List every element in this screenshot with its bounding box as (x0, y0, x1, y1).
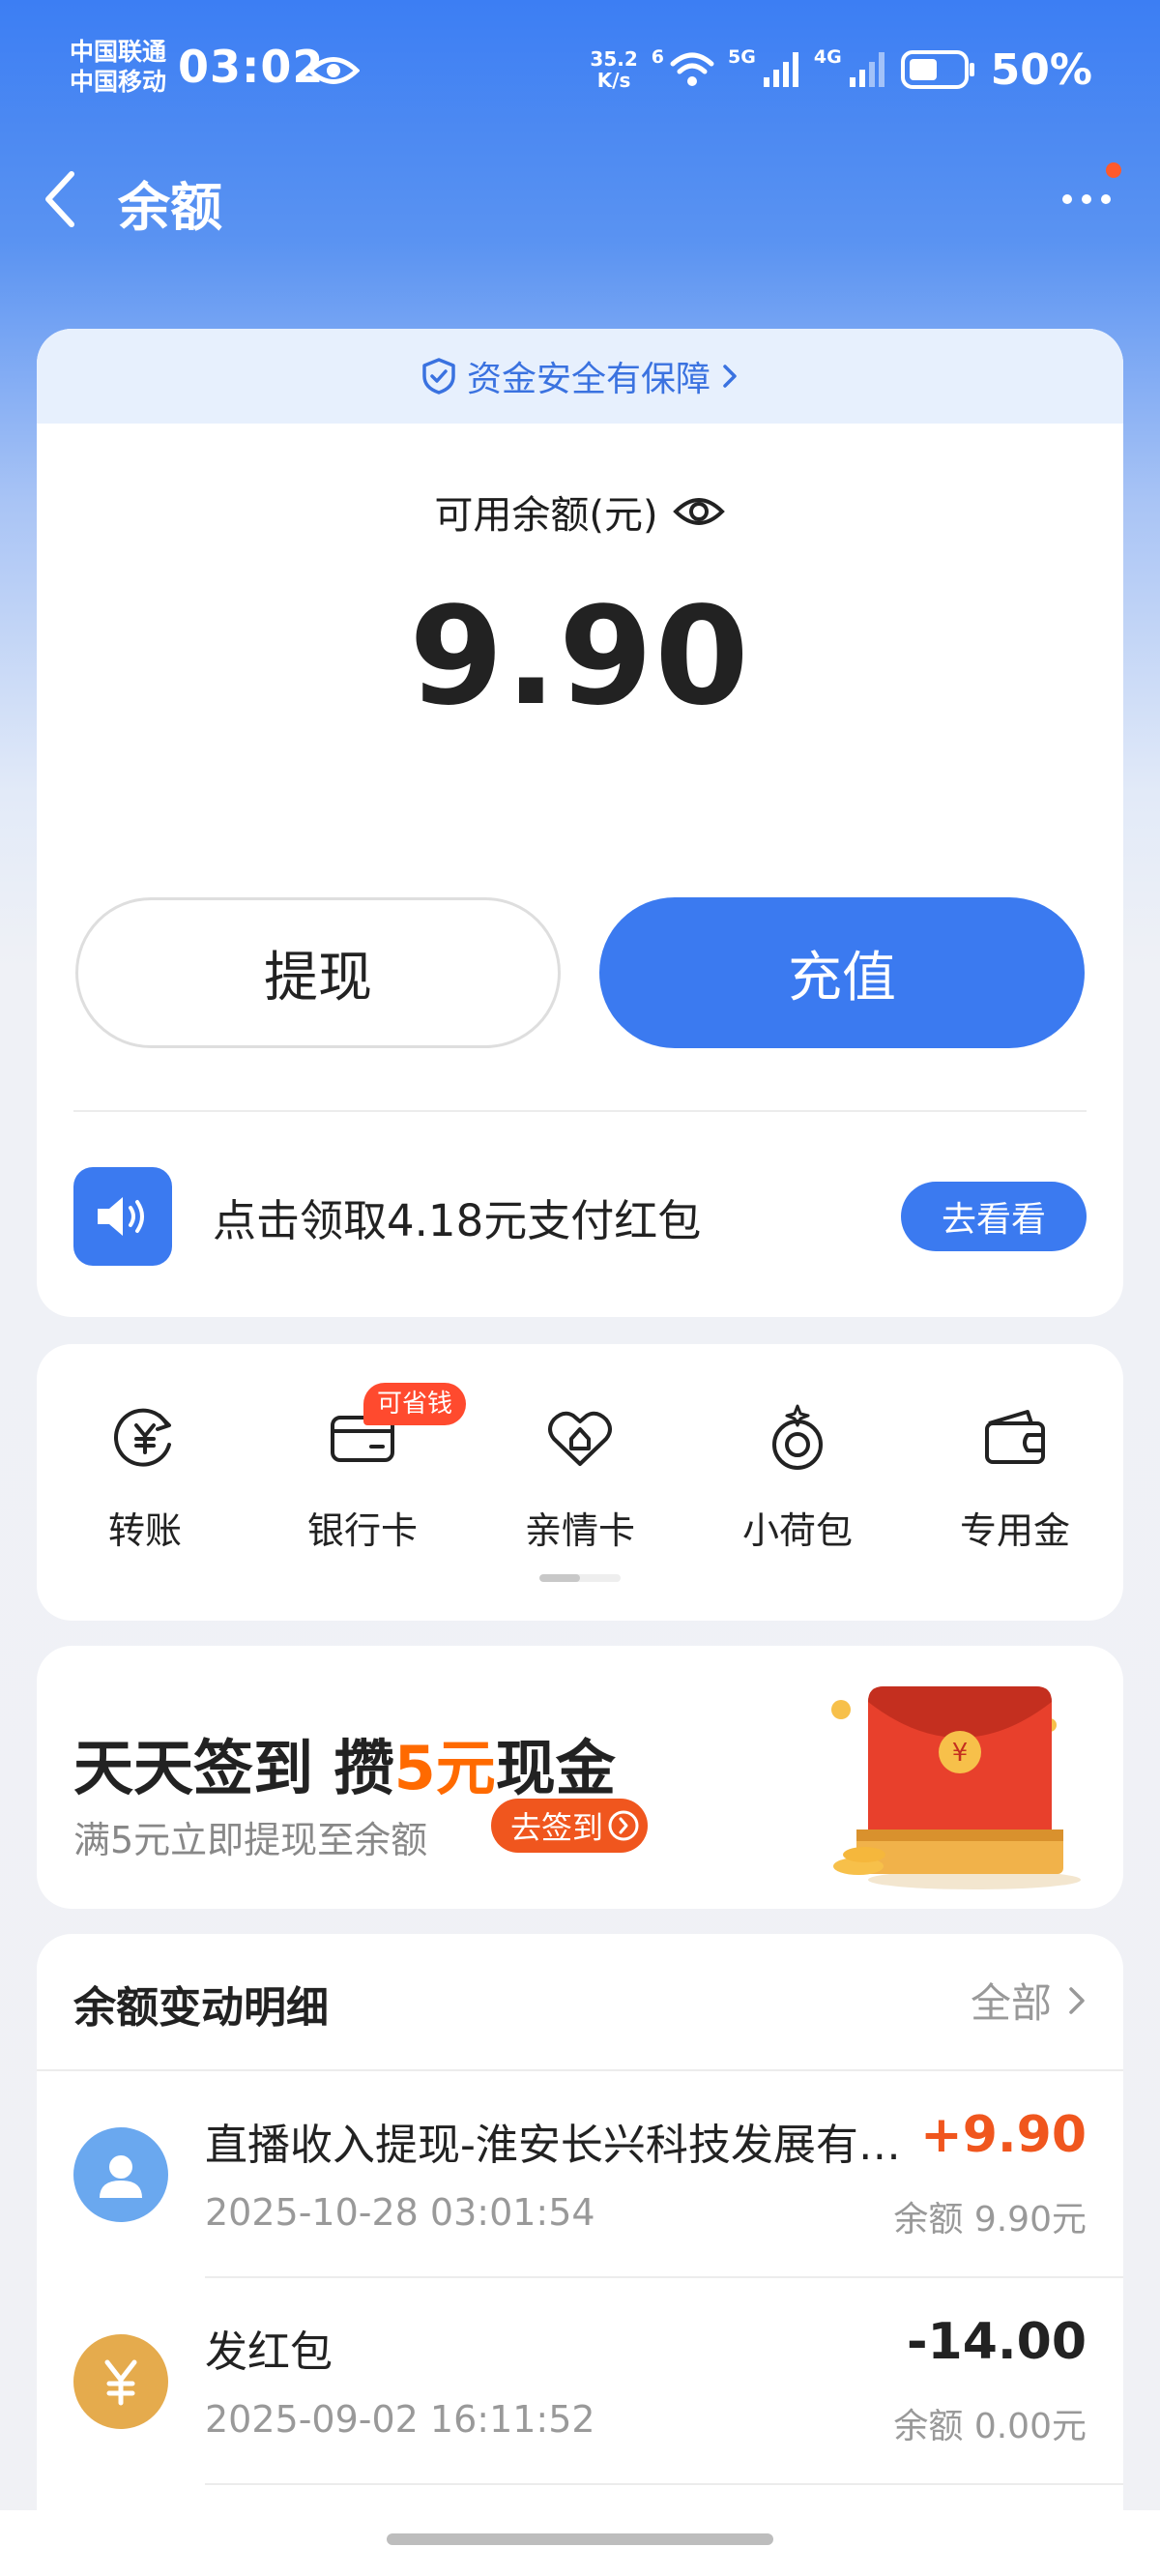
available-balance-label: 可用余额(元) (37, 483, 1123, 540)
available-balance-text: 可用余额(元) (434, 493, 658, 538)
balance-page: 中国联通 中国移动 03:02 35.2 K/s 6 5G 4G 50% 余额 … (0, 0, 1160, 2576)
battery-icon (900, 50, 974, 89)
function-label: 银行卡 (306, 1509, 418, 1552)
carrier-1: 中国联通 (70, 38, 167, 66)
checkin-button[interactable]: 去签到 (491, 1799, 649, 1853)
user-avatar-icon (73, 2127, 168, 2222)
checkin-title-highlight: 5元 (393, 1733, 496, 1803)
checkin-subtitle: 满5元立即提现至余额 (73, 1819, 428, 1861)
function-special-fund[interactable]: 专用金 (918, 1402, 1112, 1554)
function-family-card[interactable]: 亲情卡 (483, 1402, 677, 1554)
view-all-button[interactable]: 全部 (971, 1971, 1087, 2030)
view-promo-button[interactable]: 去看看 (901, 1182, 1087, 1251)
status-time: 03:02 (178, 41, 325, 93)
carrier-info: 中国联通 中国移动 (70, 37, 166, 97)
recharge-button[interactable]: 充值 (599, 897, 1085, 1048)
transaction-amount: +9.90 (920, 2106, 1087, 2164)
page-title: 余额 (118, 177, 222, 238)
carrier-2: 中国移动 (70, 68, 167, 96)
transaction-time: 2025-10-28 03:01:54 (205, 2191, 595, 2234)
transfer-icon (114, 1408, 171, 1467)
svg-text:¥: ¥ (952, 1739, 969, 1768)
back-arrow-icon[interactable] (39, 168, 81, 230)
notification-dot (1106, 162, 1121, 178)
checkin-button-label: 去签到 (510, 1809, 604, 1846)
chevron-circle-icon (608, 1810, 639, 1841)
fund-safety-text: 资金安全有保障 (466, 360, 710, 399)
withdraw-button[interactable]: 提现 (75, 897, 561, 1048)
speed-value: 35.2 (590, 47, 638, 71)
wifi-icon (670, 52, 714, 86)
home-indicator[interactable] (387, 2533, 773, 2545)
function-label: 亲情卡 (524, 1509, 635, 1552)
speaker-icon (73, 1167, 172, 1266)
save-money-badge: 可省钱 (363, 1383, 467, 1425)
signal-icon (849, 52, 884, 87)
more-options-icon[interactable] (1058, 178, 1116, 220)
transaction-row[interactable]: 发红包 2025-09-02 16:11:52 -14.00 余额 0.00元 (37, 2278, 1123, 2485)
checkin-title: 天天签到 攒5元现金 (73, 1719, 616, 1806)
history-title: 余额变动明细 (73, 1983, 329, 2033)
function-label: 专用金 (959, 1509, 1070, 1552)
eye-icon (307, 57, 360, 84)
yuan-icon (73, 2334, 168, 2429)
balance-history: 余额变动明细 全部 直播收入提现-淮安长兴科技发展有限公司 2025-10-28… (37, 1934, 1123, 2576)
balance-amount: 9.90 (409, 578, 751, 736)
checkin-title-c: 现金 (495, 1733, 616, 1803)
red-packet-promo[interactable]: 点击领取4.18元支付红包 去看看 (73, 1166, 1087, 1267)
transaction-time: 2025-09-02 16:11:52 (205, 2398, 595, 2441)
quick-functions: 转账 银行卡 可省钱 亲情卡 小荷包 专用金 (37, 1344, 1123, 1621)
status-bar: 中国联通 中国移动 03:02 35.2 K/s 6 5G 4G 50% (0, 0, 1160, 143)
transaction-balance: 余额 9.90元 (893, 2200, 1087, 2239)
status-indicators: 35.2 K/s 6 5G 4G 50% (590, 41, 1092, 99)
scroll-indicator (539, 1574, 621, 1582)
purse-icon (772, 1404, 823, 1470)
transaction-title: 直播收入提现-淮安长兴科技发展有限公司 (205, 2121, 940, 2170)
divider (73, 1110, 1087, 1112)
divider (205, 2483, 1123, 2485)
transaction-title: 发红包 (205, 2327, 333, 2377)
transaction-row[interactable]: 直播收入提现-淮安长兴科技发展有限公司 2025-10-28 03:01:54 … (37, 2071, 1123, 2278)
function-label: 小荷包 (741, 1509, 853, 1552)
chevron-right-icon (1069, 1986, 1085, 2014)
shield-icon (422, 358, 455, 395)
checkin-title-a: 天天签到 攒 (73, 1733, 394, 1803)
transaction-balance: 余额 0.00元 (893, 2407, 1087, 2446)
speed-unit: K/s (596, 69, 631, 92)
eye-toggle-icon[interactable] (672, 492, 726, 531)
family-card-icon (548, 1411, 612, 1466)
transaction-amount: -14.00 (906, 2313, 1087, 2371)
view-all-label: 全部 (970, 1979, 1052, 2027)
fund-safety-banner[interactable]: 资金安全有保障 (37, 329, 1123, 424)
wifi-badge: 6 (651, 46, 665, 68)
red-envelope-illustration: ¥ (831, 1686, 1081, 1889)
network-type-1: 5G (728, 46, 756, 68)
network-type-2: 4G (813, 46, 842, 68)
battery-percent: 50% (990, 44, 1092, 95)
network-speed: 35.2 K/s (590, 48, 637, 91)
function-label: 转账 (107, 1509, 182, 1552)
balance-card: 资金安全有保障 可用余额(元) 9.90 提现 充值 点击领取4.18元支付红包… (37, 329, 1123, 1317)
header: 余额 (0, 155, 1160, 244)
checkin-banner[interactable]: 天天签到 攒5元现金 满5元立即提现至余额 去签到 ¥ (37, 1646, 1123, 1909)
function-transfer[interactable]: 转账 (48, 1402, 242, 1554)
wallet-icon (985, 1410, 1045, 1464)
chevron-right-icon (723, 365, 737, 388)
signal-icon (763, 52, 798, 87)
promo-text: 点击领取4.18元支付红包 (213, 1194, 702, 1246)
function-purse[interactable]: 小荷包 (701, 1402, 894, 1554)
